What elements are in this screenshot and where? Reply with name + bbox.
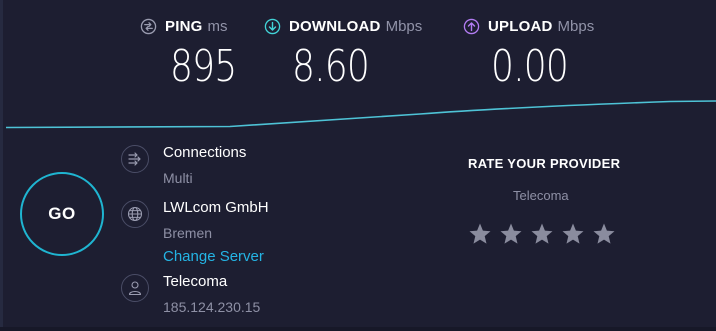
isp-ip-address: 185.124.230.15 bbox=[163, 299, 261, 315]
server-name: LWLcom GmbH bbox=[163, 199, 269, 216]
isp-row: Telecoma 185.124.230.15 bbox=[121, 273, 260, 316]
upload-icon bbox=[463, 18, 480, 34]
connections-row[interactable]: Connections Multi bbox=[121, 144, 246, 187]
speed-graph bbox=[5, 100, 716, 129]
download-label: DOWNLOAD bbox=[289, 17, 381, 35]
download-value: 8.60 bbox=[292, 41, 370, 92]
panel-left-edge bbox=[0, 0, 3, 331]
upload-unit: Mbps bbox=[557, 17, 595, 35]
go-button[interactable]: GO bbox=[20, 172, 104, 256]
ping-metric: PING ms 895 bbox=[140, 14, 237, 92]
download-metric: DOWNLOAD Mbps 8.60 bbox=[264, 14, 422, 92]
globe-icon bbox=[121, 200, 149, 228]
connections-value: Multi bbox=[163, 170, 193, 186]
ping-header: PING ms bbox=[140, 14, 227, 38]
rate-provider-title: RATE YOUR PROVIDER bbox=[468, 156, 621, 171]
speedtest-panel: PING ms 895 DOWNLOAD Mbps 8.60 UPLOAD Mb… bbox=[0, 0, 716, 331]
server-row: LWLcom GmbH Bremen Change Server bbox=[121, 199, 269, 266]
speed-graph-line bbox=[5, 100, 716, 129]
ping-icon bbox=[140, 18, 157, 34]
download-unit: Mbps bbox=[385, 17, 423, 35]
download-icon bbox=[264, 18, 281, 34]
upload-label: UPLOAD bbox=[488, 17, 553, 35]
upload-header: UPLOAD Mbps bbox=[463, 14, 594, 38]
ping-value: 895 bbox=[170, 41, 237, 92]
go-button-label: GO bbox=[48, 204, 76, 223]
star-icon-5[interactable] bbox=[592, 222, 616, 246]
upload-metric: UPLOAD Mbps 0.00 bbox=[463, 14, 594, 92]
download-header: DOWNLOAD Mbps bbox=[264, 14, 422, 38]
ping-unit: ms bbox=[207, 17, 228, 35]
panel-bottom-edge bbox=[0, 327, 716, 331]
star-icon-2[interactable] bbox=[499, 222, 523, 246]
connections-title: Connections bbox=[163, 144, 247, 161]
rating-stars bbox=[468, 222, 623, 246]
user-icon bbox=[121, 274, 149, 302]
ping-label: PING bbox=[165, 17, 203, 35]
upload-value: 0.00 bbox=[491, 41, 569, 92]
rate-provider-name: Telecoma bbox=[513, 188, 569, 203]
star-icon-3[interactable] bbox=[530, 222, 554, 246]
connections-icon bbox=[121, 145, 149, 173]
isp-name: Telecoma bbox=[163, 273, 228, 290]
server-location: Bremen bbox=[163, 225, 213, 241]
change-server-link[interactable]: Change Server bbox=[163, 248, 269, 266]
star-icon-1[interactable] bbox=[468, 222, 492, 246]
star-icon-4[interactable] bbox=[561, 222, 585, 246]
